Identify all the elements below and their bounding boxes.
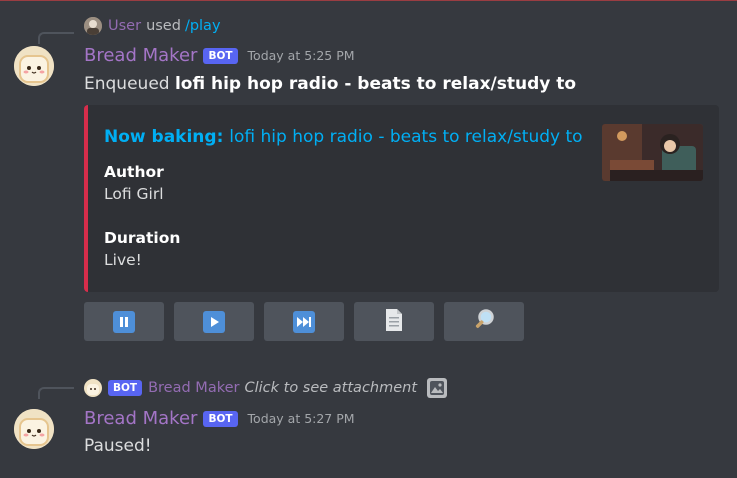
bot-mini-avatar[interactable] (84, 379, 102, 397)
bot-avatar[interactable] (14, 46, 54, 86)
queue-button[interactable] (354, 302, 434, 341)
pause-button[interactable] (84, 302, 164, 341)
reply-username[interactable]: Bread Maker (148, 380, 239, 396)
message-content: Paused! (84, 436, 152, 456)
reply-attachment-text[interactable]: Click to see attachment (244, 380, 417, 396)
embed-title[interactable]: Now baking: lofi hip hop radio - beats t… (104, 127, 583, 147)
play-button[interactable] (174, 302, 254, 341)
bot-tag: BOT (203, 410, 238, 427)
embed-title-link[interactable]: lofi hip hop radio - beats to relax/stud… (229, 127, 582, 147)
skip-icon (293, 310, 315, 333)
reply-username[interactable]: User (108, 18, 141, 34)
content-bold: lofi hip hop radio - beats to relax/stud… (174, 74, 577, 94)
skip-button[interactable] (264, 302, 344, 341)
field-name-duration: Duration (104, 229, 181, 247)
author-name[interactable]: Bread Maker (84, 45, 197, 66)
reply-connector (38, 387, 74, 399)
field-value-duration: Live! (104, 251, 142, 269)
embed: Now baking: lofi hip hop radio - beats t… (84, 105, 719, 292)
bot-avatar[interactable] (14, 409, 54, 449)
embed-title-prefix: Now baking: (104, 127, 230, 147)
field-name-author: Author (104, 163, 164, 181)
message-header: Bread Maker BOT Today at 5:27 PM (84, 408, 355, 429)
embed-thumbnail[interactable] (602, 124, 703, 181)
reply-command[interactable]: /play (185, 18, 221, 34)
bot-tag: BOT (203, 47, 238, 64)
search-button[interactable] (444, 302, 524, 341)
user-avatar[interactable] (84, 17, 102, 35)
reply-context[interactable]: User used /play (84, 17, 221, 35)
magnifier-icon (472, 308, 496, 336)
reply-used-text: used (146, 18, 181, 34)
reply-connector (38, 32, 74, 44)
message-header: Bread Maker BOT Today at 5:25 PM (84, 45, 355, 66)
reply-context[interactable]: BOT Bread Maker Click to see attachment (84, 378, 448, 398)
message-content: Enqueued lofi hip hop radio - beats to r… (84, 74, 576, 94)
page-icon (384, 308, 404, 336)
reply-bot-tag: BOT (108, 380, 143, 396)
play-icon (203, 310, 225, 333)
field-value-author: Lofi Girl (104, 185, 164, 203)
author-name[interactable]: Bread Maker (84, 408, 197, 429)
pause-icon (113, 310, 135, 333)
unread-divider (0, 0, 737, 1)
timestamp[interactable]: Today at 5:25 PM (248, 48, 355, 63)
image-icon (427, 378, 448, 398)
timestamp[interactable]: Today at 5:27 PM (248, 411, 355, 426)
content-prefix: Enqueued (84, 74, 175, 94)
